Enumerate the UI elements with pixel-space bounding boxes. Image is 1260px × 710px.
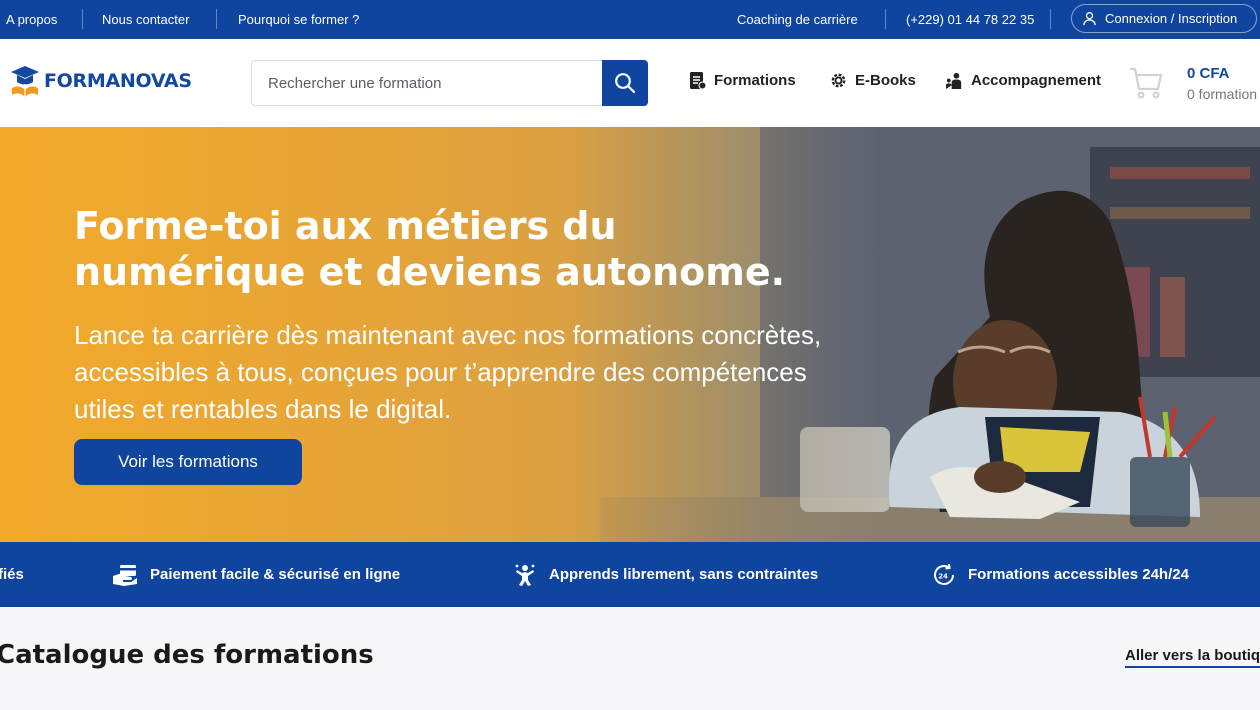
feature-payment-label: Paiement facile & sécurisé en ligne [150, 566, 401, 583]
feature-24h-label: Formations accessibles 24h/24 [968, 566, 1189, 583]
nav-ebooks[interactable]: E-Books [829, 71, 916, 90]
link-a-propos[interactable]: A propos [6, 0, 57, 39]
logo-mortarboard-icon [11, 66, 39, 97]
cart-button[interactable] [1128, 66, 1164, 105]
nav-formations[interactable]: Formations [688, 71, 796, 90]
logo-text: FORMANOVAS [44, 70, 192, 92]
nav-accompagnement[interactable]: Accompagnement [945, 71, 1101, 90]
feature-payment: Paiement facile & sécurisé en ligne [112, 542, 400, 607]
features-strip: fiés Paiement facile & sécurisé en ligne… [0, 542, 1260, 607]
nav-accompagnement-label: Accompagnement [971, 72, 1102, 89]
link-nous-contacter[interactable]: Nous contacter [102, 0, 189, 39]
hero-title: Forme-toi aux métiers du numérique et de… [74, 204, 786, 294]
search-button[interactable] [602, 60, 648, 106]
hero-banner: Forme-toi aux métiers du numérique et de… [0, 127, 1260, 542]
login-button[interactable]: Connexion / Inscription [1071, 4, 1257, 33]
search-bar [251, 60, 648, 106]
clock-24h-icon: 24 [934, 563, 954, 585]
nav-formations-label: Formations [714, 72, 796, 89]
divider [82, 9, 83, 29]
feature-certified: fiés [0, 542, 24, 607]
search-input[interactable] [252, 61, 602, 105]
cart-count: 0 formation [1187, 86, 1258, 102]
svg-text:24: 24 [938, 572, 948, 580]
phone-link[interactable]: (+229) 01 44 78 22 35 [906, 0, 1034, 39]
feature-freedom-label: Apprends librement, sans contraintes [549, 566, 819, 583]
freedom-icon [515, 564, 535, 586]
gear-icon [831, 73, 846, 88]
divider [1050, 9, 1051, 29]
main-header: FORMANOVAS Formations E-Books A [0, 39, 1260, 127]
hero-subtitle: Lance ta carrière dès maintenant avec no… [74, 320, 822, 424]
view-courses-button[interactable]: Voir les formations [74, 439, 302, 485]
user-icon [1083, 12, 1096, 26]
cart-icon [1130, 67, 1163, 99]
catalog-title: Catalogue des formations [0, 640, 374, 670]
feature-24h: 24 Formations accessibles 24h/24 [932, 542, 1189, 607]
nav-ebooks-label: E-Books [855, 72, 916, 89]
link-pourquoi-se-former[interactable]: Pourquoi se former ? [238, 0, 359, 39]
payment-icon [113, 564, 137, 586]
top-bar: A propos Nous contacter Pourquoi se form… [0, 0, 1260, 39]
login-label: Connexion / Inscription [1105, 11, 1238, 26]
divider [885, 9, 886, 29]
logo[interactable]: FORMANOVAS [10, 64, 192, 98]
catalog-section: Catalogue des formations Aller vers la b… [0, 607, 1260, 710]
shop-link[interactable]: Aller vers la boutique [1125, 647, 1260, 668]
divider [216, 9, 217, 29]
feature-certified-label: fiés [0, 566, 24, 583]
document-icon [690, 72, 707, 90]
feature-freedom: Apprends librement, sans contraintes [513, 542, 818, 607]
search-icon [615, 73, 636, 94]
mentor-icon [945, 72, 962, 90]
cart-amount: 0 CFA [1187, 65, 1230, 82]
link-coaching[interactable]: Coaching de carrière [737, 0, 858, 39]
